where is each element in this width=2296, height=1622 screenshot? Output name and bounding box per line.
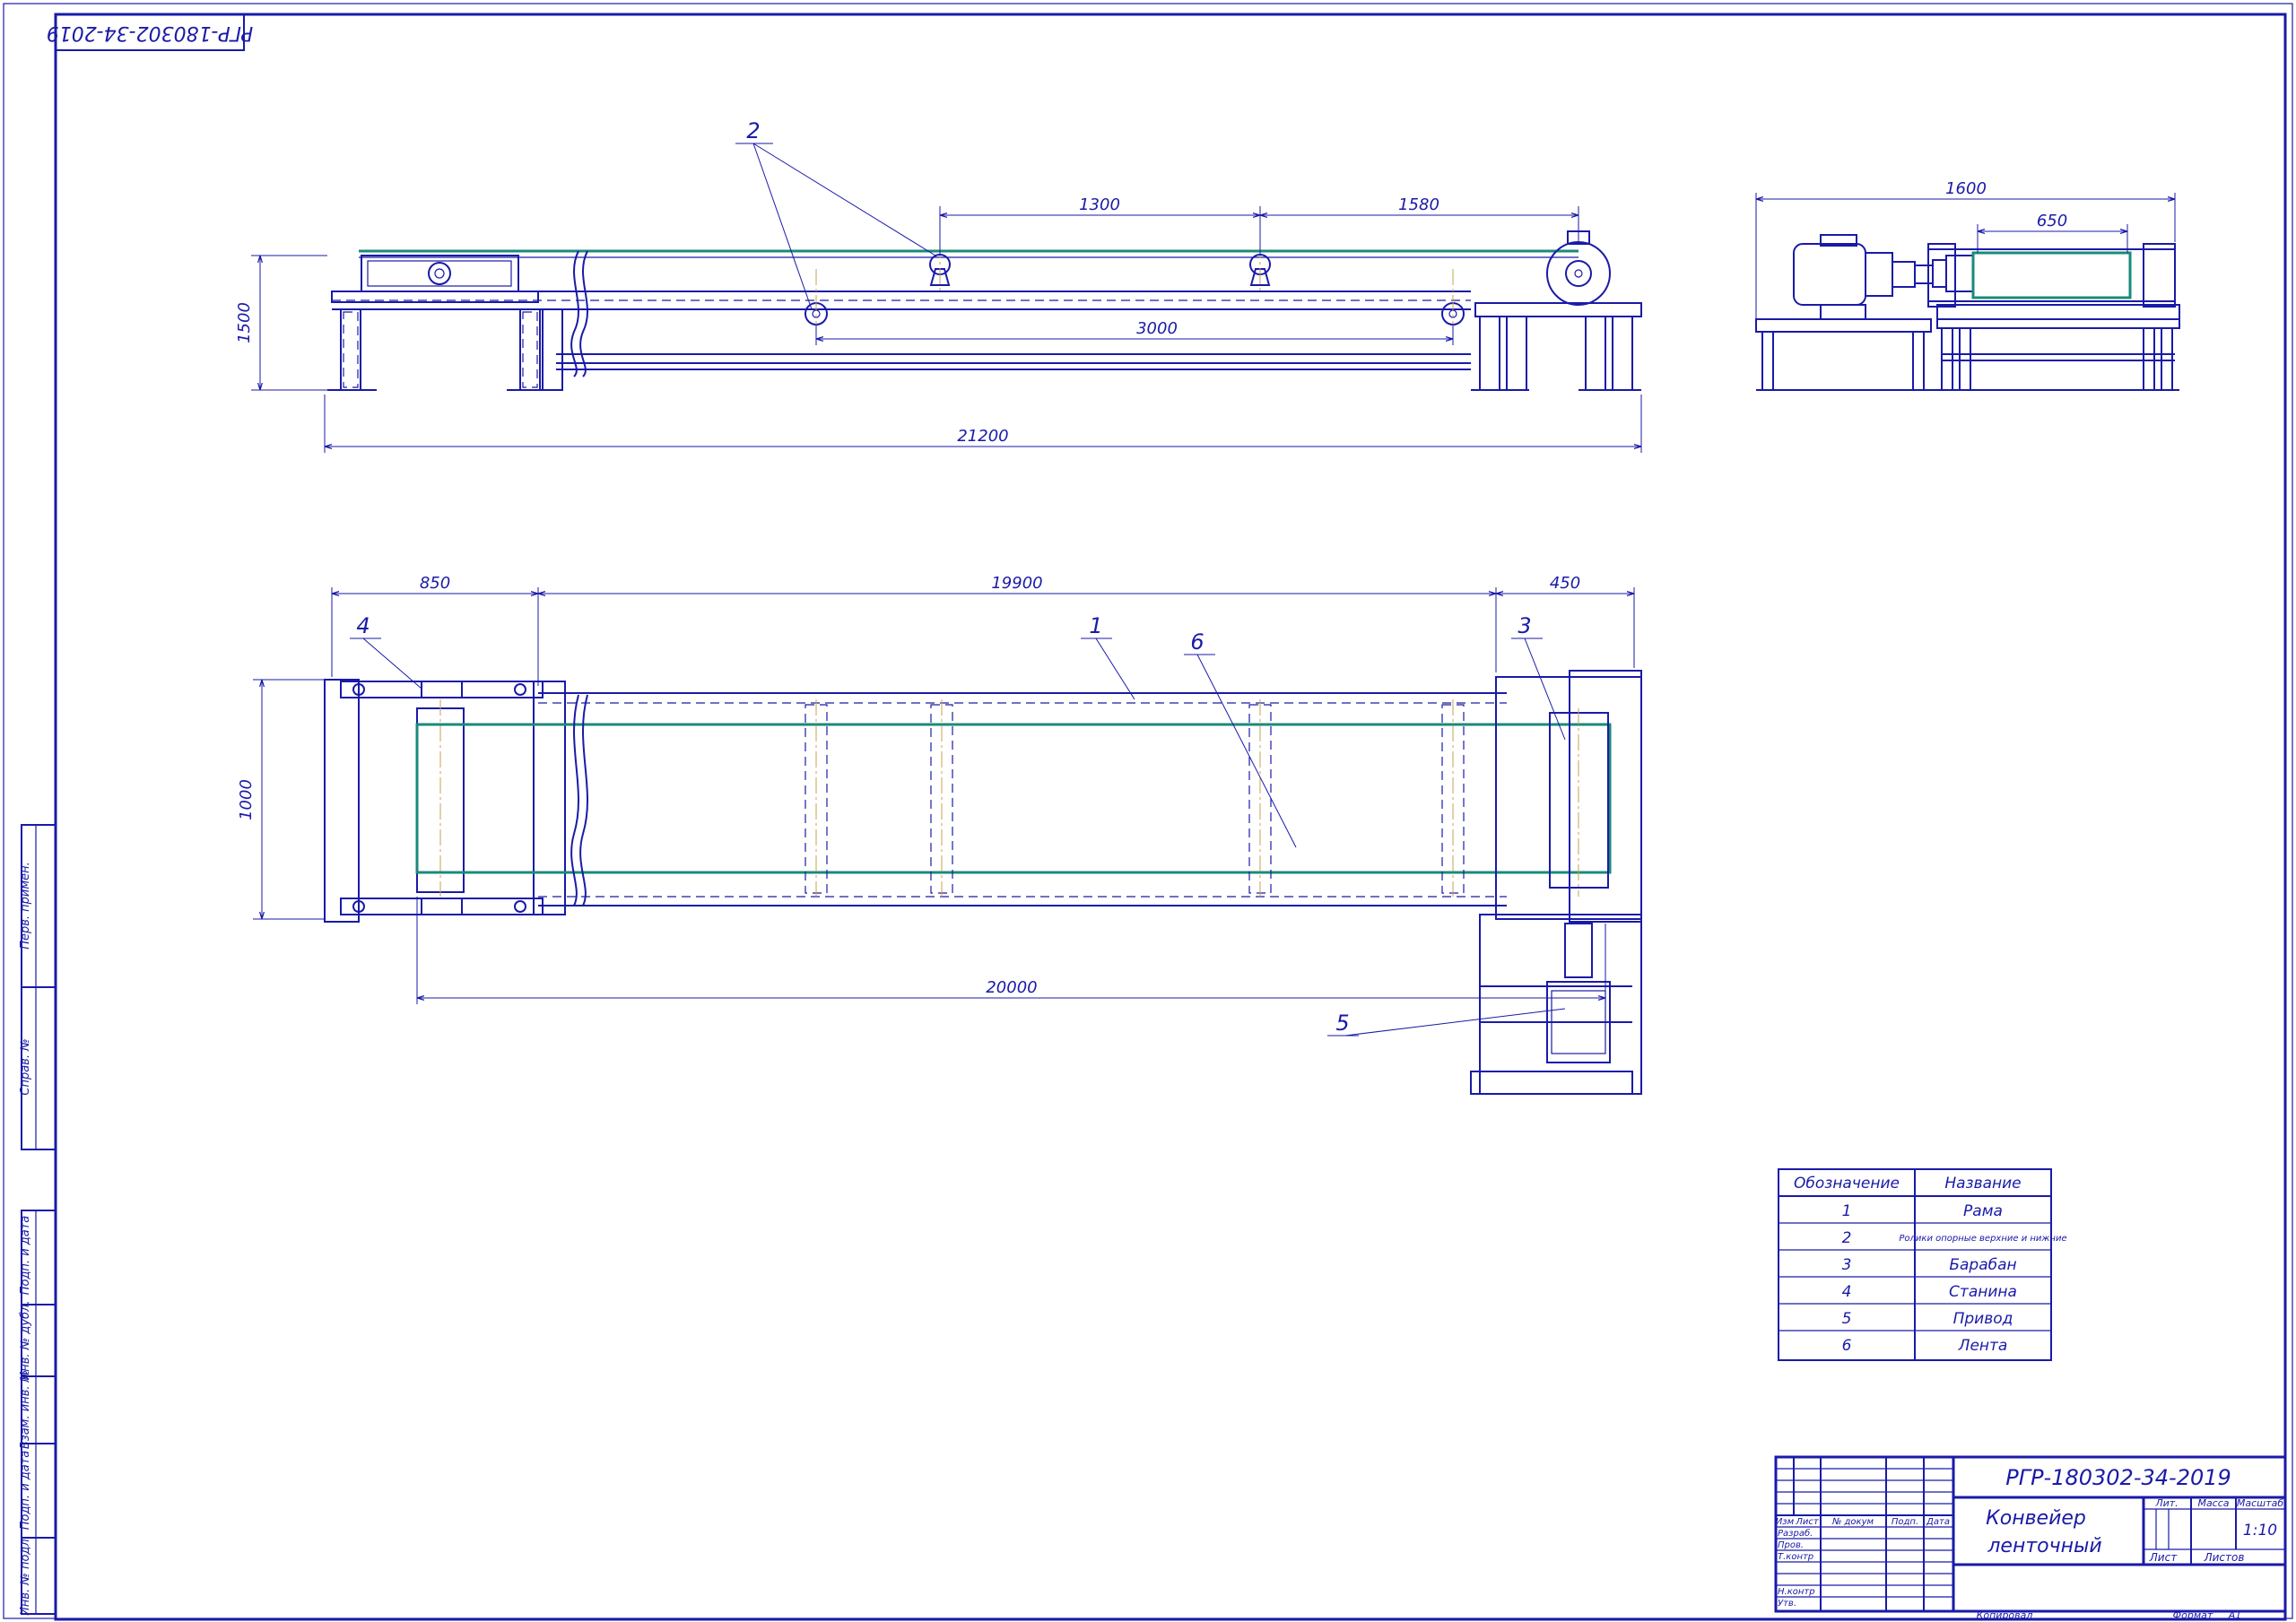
dim-650: 650 (2037, 212, 2067, 230)
parts-row-6-num: 6 (1842, 1337, 1852, 1355)
tb-listov: Листов (2204, 1551, 2245, 1564)
dim-21200: 21200 (957, 427, 1008, 446)
parts-row-1-name: Рама (1963, 1202, 2003, 1220)
strip-sprav: Справ. № (19, 1038, 32, 1095)
strip-inv-podl: Инв. № подл. (19, 1535, 32, 1616)
parts-row-3-name: Барабан (1949, 1256, 2016, 1274)
callout-5: 5 (1335, 1010, 1349, 1036)
tb-row-nkontr: Н.контр (1778, 1587, 1815, 1597)
tb-col-data: Дата (1926, 1517, 1950, 1527)
dim-1300: 1300 (1079, 195, 1120, 214)
tb-format-value: А1 (2228, 1609, 2242, 1621)
sheet-outer-border (3, 3, 2293, 1619)
tb-col-docnum: № докум (1831, 1517, 1874, 1527)
parts-table: Обозначение Название 1 Рама 2 Ролики опо… (1778, 1168, 2067, 1361)
tb-kopiroval: Копировал (1977, 1609, 2033, 1621)
tb-col-izm: Изм (1776, 1517, 1795, 1527)
left-strip: Перв. примен. Справ. № Подп. и дата Инв.… (19, 824, 57, 1616)
parts-row-4-name: Станина (1949, 1283, 2017, 1301)
dim-19900: 19900 (991, 574, 1042, 593)
tb-format-label: Формат (2173, 1609, 2213, 1621)
tb-row-razrab: Разраб. (1778, 1528, 1813, 1539)
dim-1000: 1000 (237, 779, 256, 820)
parts-header-designation: Обозначение (1794, 1175, 1900, 1193)
plan-view: 1 6 3 4 5 850 19900 450 1000 20000 (237, 574, 1642, 1095)
tb-lit: Лит. (2154, 1497, 2178, 1509)
callout-2: 2 (746, 118, 760, 143)
end-view: 1600 650 (1755, 179, 2180, 391)
parts-row-5-num: 5 (1842, 1310, 1852, 1328)
tb-masshtab: Масштаб (2237, 1497, 2283, 1509)
dim-20000: 20000 (986, 978, 1037, 997)
tb-col-podp: Подп. (1892, 1517, 1918, 1527)
tb-col-list: Лист (1795, 1517, 1820, 1527)
tb-scale-value: 1:10 (2243, 1522, 2277, 1540)
tb-row-utv: Утв. (1778, 1599, 1796, 1609)
parts-row-2-name: Ролики опорные верхние и нижние (1899, 1234, 2066, 1244)
rotated-designation-stamp: РГР-180302-34-2019 (47, 13, 254, 51)
parts-row-2-num: 2 (1842, 1229, 1852, 1247)
title-name-line1: Конвейер (1986, 1507, 2086, 1530)
title-designation: РГР-180302-34-2019 (2005, 1465, 2231, 1490)
tb-row-prov: Пров. (1778, 1540, 1804, 1550)
strip-podp-data-1: Подп. и дата (19, 1216, 32, 1296)
callout-4: 4 (356, 613, 370, 638)
dim-850: 850 (420, 574, 450, 593)
strip-perv-primen: Перв. примен. (19, 862, 32, 950)
callout-6: 6 (1190, 629, 1204, 655)
title-name-line2: ленточный (1987, 1535, 2101, 1557)
callout-1: 1 (1089, 613, 1102, 638)
title-block: РГР-180302-34-2019 Конвейер ленточный Из… (1774, 1455, 2287, 1621)
parts-row-4-num: 4 (1842, 1283, 1852, 1301)
rotated-designation-text: РГР-180302-34-2019 (47, 22, 254, 44)
tb-list: Лист (2149, 1551, 2178, 1564)
dim-3000: 3000 (1136, 319, 1178, 338)
parts-row-3-num: 3 (1842, 1256, 1852, 1274)
drawing-sheet: РГР-180302-34-2019 Перв. примен. Справ. … (3, 3, 2293, 1621)
strip-podp-data-2: Подп. и дата (19, 1451, 32, 1531)
parts-row-5-name: Привод (1953, 1310, 2013, 1328)
dim-1580: 1580 (1398, 195, 1439, 214)
tb-row-tkontr: Т.контр (1778, 1552, 1813, 1562)
parts-row-1-num: 1 (1842, 1202, 1852, 1220)
dim-1600: 1600 (1945, 179, 1987, 198)
strip-vzam-inv: Взам. инв. № (19, 1370, 32, 1449)
dim-1500: 1500 (235, 302, 254, 343)
parts-row-6-name: Лента (1958, 1337, 2008, 1355)
side-view: 2 1300 1580 3000 21200 1500 (235, 118, 1642, 453)
dim-450: 450 (1550, 574, 1580, 593)
callout-3: 3 (1518, 613, 1531, 638)
tb-massa: Масса (2197, 1497, 2229, 1509)
strip-inv-dubl: Инв. № дубл. (19, 1301, 32, 1381)
parts-header-name: Название (1944, 1175, 2021, 1193)
